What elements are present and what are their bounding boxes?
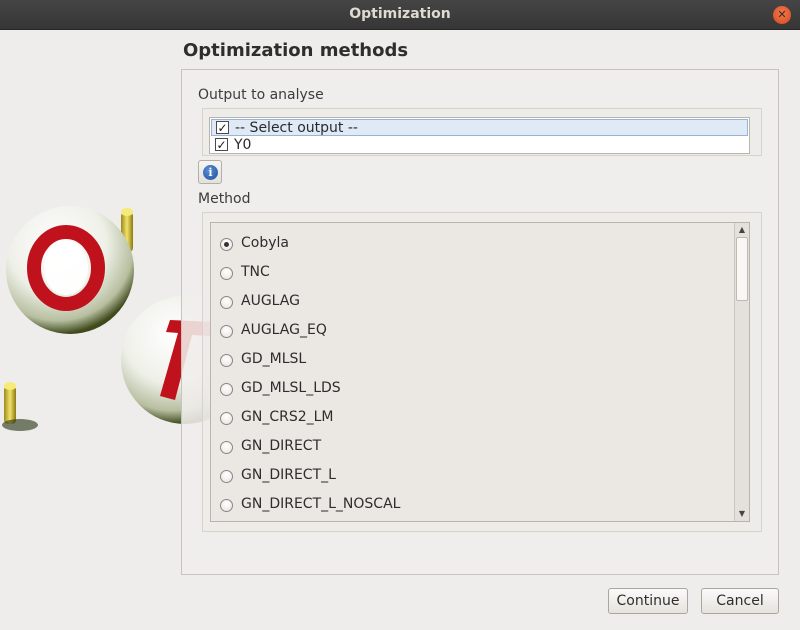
method-option-label: GN_DIRECT xyxy=(241,438,322,454)
method-option-label: GN_CRS2_LM xyxy=(241,409,334,425)
method-option-label: AUGLAG xyxy=(241,293,300,309)
method-option-label: Cobyla xyxy=(241,235,289,251)
info-icon: i xyxy=(203,165,218,180)
radio-unselected-icon[interactable] xyxy=(220,267,233,280)
method-section-label: Method xyxy=(198,191,251,207)
radio-unselected-icon[interactable] xyxy=(220,412,233,425)
output-item-label: Y0 xyxy=(234,137,252,153)
radio-unselected-icon[interactable] xyxy=(220,325,233,338)
method-option-label: GD_MLSL xyxy=(241,351,307,367)
method-option-label: AUGLAG_EQ xyxy=(241,322,327,338)
window-titlebar: Optimization ✕ xyxy=(0,0,800,30)
radio-unselected-icon[interactable] xyxy=(220,499,233,512)
scrollbar-thumb[interactable] xyxy=(736,237,748,301)
method-option-label: GN_DIRECT_L_NOSCAL xyxy=(241,496,401,512)
method-option-label: TNC xyxy=(241,264,270,280)
scroll-up-arrow-icon[interactable]: ▲ xyxy=(735,223,749,237)
window-title: Optimization xyxy=(349,6,451,22)
method-list-scrollbar[interactable]: ▲ ▼ xyxy=(734,223,749,521)
method-list[interactable]: Cobyla TNC AUGLAG AUGLAG_EQ GD_MLSL GD_M… xyxy=(210,222,750,522)
info-button[interactable]: i xyxy=(198,160,222,184)
radio-unselected-icon[interactable] xyxy=(220,354,233,367)
radio-unselected-icon[interactable] xyxy=(220,296,233,309)
radio-unselected-icon[interactable] xyxy=(220,441,233,454)
scroll-down-arrow-icon[interactable]: ▼ xyxy=(735,507,749,521)
checkbox-checked-icon[interactable]: ✓ xyxy=(216,121,229,134)
method-option-label: GN_DIRECT_L xyxy=(241,467,336,483)
page-title: Optimization methods xyxy=(183,40,409,61)
output-section-label: Output to analyse xyxy=(198,87,324,103)
output-list[interactable]: ✓ -- Select output -- ✓ Y0 xyxy=(209,117,750,154)
checkbox-checked-icon[interactable]: ✓ xyxy=(215,138,228,151)
radio-unselected-icon[interactable] xyxy=(220,383,233,396)
cancel-button[interactable]: Cancel xyxy=(701,588,779,614)
continue-button[interactable]: Continue xyxy=(608,588,688,614)
output-item-select-output[interactable]: ✓ -- Select output -- xyxy=(211,119,748,136)
method-option-label: GD_MLSL_LDS xyxy=(241,380,341,396)
radio-unselected-icon[interactable] xyxy=(220,470,233,483)
output-item-y0[interactable]: ✓ Y0 xyxy=(211,137,748,154)
close-icon[interactable]: ✕ xyxy=(773,6,791,24)
output-item-label: -- Select output -- xyxy=(235,120,358,136)
radio-selected-icon[interactable] xyxy=(220,238,233,251)
